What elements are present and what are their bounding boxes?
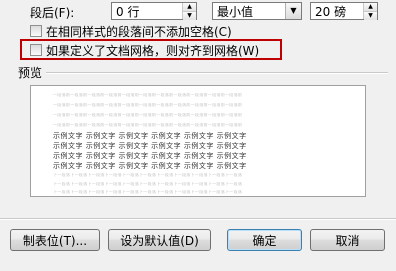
spin-down-icon[interactable]: ▼ bbox=[183, 11, 196, 20]
line-at-spinner[interactable]: 20 磅 ▲ ▼ bbox=[310, 2, 378, 20]
line-at-value[interactable]: 20 磅 bbox=[311, 3, 363, 20]
tabs-button[interactable]: 制表位(T)... bbox=[10, 229, 100, 251]
preview-next-line: 下一段落下一段落下一段落下一段落下一段落下一段落下一段落下一段落下一段落下一段落… bbox=[53, 173, 243, 177]
space-after-arrows[interactable]: ▲ ▼ bbox=[182, 3, 196, 20]
no-space-checkbox[interactable] bbox=[30, 25, 42, 37]
preview-next-line: 下一段落下一段落下一段落下一段落下一段落下一段落下一段落下一段落下一段落下一段落… bbox=[53, 190, 243, 194]
preview-sample-line: 示例文字 示例文字 示例文字 示例文字 示例文字 示例文字 bbox=[53, 152, 247, 160]
preview-next-line: 下一段落下一段落下一段落下一段落下一段落下一段落下一段落下一段落下一段落下一段落… bbox=[53, 182, 243, 186]
preview-sample-line: 示例文字 示例文字 示例文字 示例文字 示例文字 示例文字 bbox=[53, 132, 247, 140]
set-default-button[interactable]: 设为默认值(D) bbox=[108, 229, 211, 251]
preview-divider bbox=[46, 72, 388, 74]
preview-prev-line: 一段落前一段落前一段落前一段落前一段落前一段落前一段落前一段落前一段落前一段落前… bbox=[53, 103, 243, 107]
chevron-down-icon[interactable]: ▼ bbox=[285, 3, 301, 19]
snap-to-grid-checkbox-label[interactable]: 如果定义了文档网格，则对齐到网格(W) bbox=[46, 42, 259, 59]
preview-label: 预览 bbox=[18, 66, 43, 80]
preview-prev-line: 一段落前一段落前一段落前一段落前一段落前一段落前一段落前一段落前一段落前一段落前… bbox=[53, 123, 243, 127]
space-after-spinner[interactable]: 0 行 ▲ ▼ bbox=[111, 2, 197, 20]
line-at-arrows[interactable]: ▲ ▼ bbox=[363, 3, 377, 20]
spin-down-icon[interactable]: ▼ bbox=[364, 11, 377, 20]
line-spacing-select[interactable]: 最小值 ▼ bbox=[212, 2, 302, 20]
spin-up-icon[interactable]: ▲ bbox=[183, 3, 196, 11]
preview-sample-line: 示例文字 示例文字 示例文字 示例文字 示例文字 示例文字 bbox=[53, 142, 247, 150]
preview-pane: 一段落前一段落前一段落前一段落前一段落前一段落前一段落前一段落前一段落前一段落前… bbox=[30, 85, 366, 197]
footer-divider bbox=[0, 218, 396, 220]
line-spacing-value[interactable]: 最小值 bbox=[213, 3, 285, 20]
preview-prev-line: 一段落前一段落前一段落前一段落前一段落前一段落前一段落前一段落前一段落前一段落前… bbox=[53, 113, 243, 117]
space-after-value[interactable]: 0 行 bbox=[112, 3, 182, 20]
snap-to-grid-checkbox[interactable] bbox=[30, 44, 42, 56]
ok-button[interactable]: 确定 bbox=[227, 229, 302, 251]
no-space-checkbox-label[interactable]: 在相同样式的段落间不添加空格(C) bbox=[46, 23, 232, 40]
preview-sample-line: 示例文字 示例文字 示例文字 示例文字 示例文字 示例文字 bbox=[53, 162, 247, 170]
preview-prev-line: 一段落前一段落前一段落前一段落前一段落前一段落前一段落前一段落前一段落前一段落前… bbox=[53, 93, 243, 97]
spin-up-icon[interactable]: ▲ bbox=[364, 3, 377, 11]
space-after-label: 段后(F): bbox=[30, 6, 75, 20]
cancel-button[interactable]: 取消 bbox=[310, 229, 385, 251]
